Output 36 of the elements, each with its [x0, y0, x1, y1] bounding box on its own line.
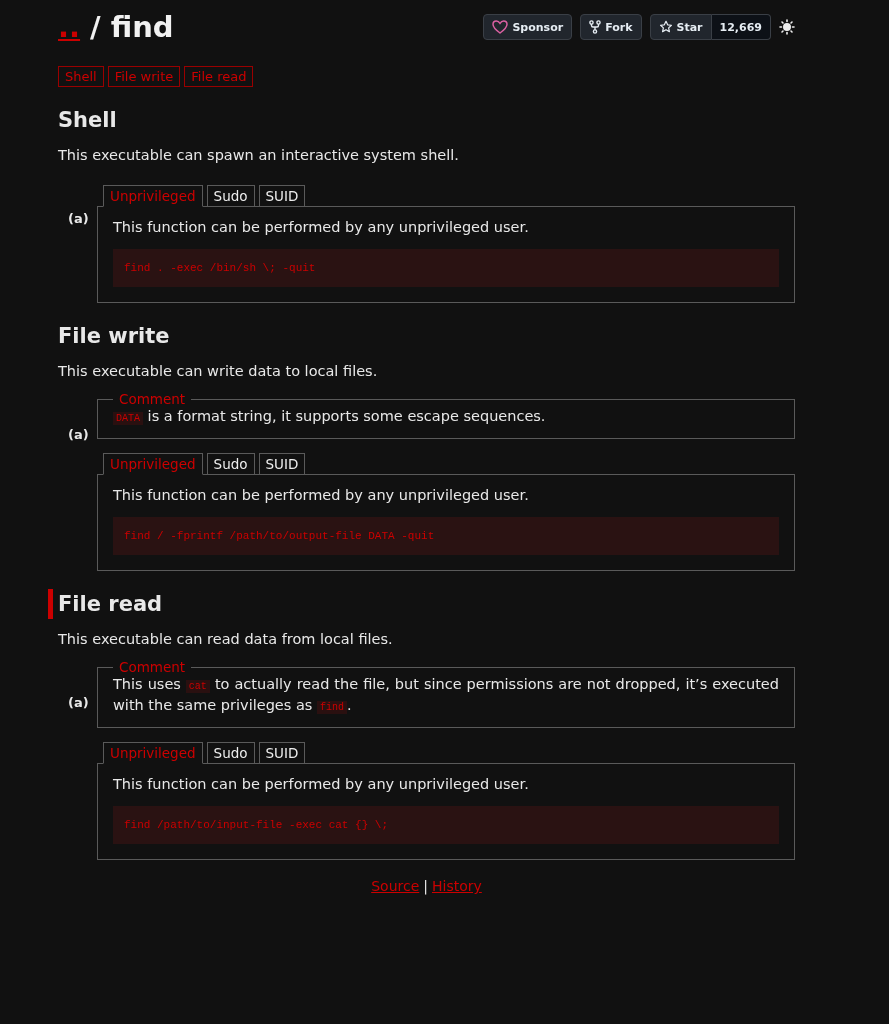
section-description: This executable can write data to local files. [58, 363, 379, 379]
comment-text: This uses cat to actually read the file, but since permissions are not dropped, it’s executed with the same privileges as find . [113, 675, 779, 716]
example-label: (a) [67, 210, 90, 228]
privilege-tab[interactable]: Sudo [206, 453, 255, 475]
star-icon [658, 20, 673, 34]
comment-legend: Comment [113, 391, 192, 407]
privilege-tab[interactable]: Sudo [206, 185, 255, 207]
privilege-tab[interactable]: SUID [258, 742, 306, 764]
heart-icon [492, 20, 509, 34]
section-description: This executable can read data from local files. [58, 631, 394, 647]
sponsor-button[interactable]: Sponsor [483, 14, 573, 40]
fork-icon [589, 20, 602, 34]
section-heading: File write [58, 323, 171, 350]
panel-text: This function can be performed by any unprivileged user. [113, 219, 530, 235]
comment-text: DATA is a format string, it supports some escape sequences. [113, 407, 779, 428]
panel-text: This function can be performed by any unprivileged user. [113, 487, 530, 503]
example-label: (a) [67, 426, 90, 444]
section-heading: File read [48, 589, 795, 619]
theme-toggle-icon[interactable] [779, 19, 795, 35]
privilege-tab[interactable]: SUID [258, 185, 306, 207]
privilege-tab[interactable]: SUID [258, 453, 306, 475]
comment-legend: Comment [113, 659, 192, 675]
section-description: This executable can spawn an interactive system shell. [58, 147, 460, 163]
section-heading: Shell [58, 107, 118, 134]
panel-text: This function can be performed by any unprivileged user. [113, 776, 530, 792]
star-button[interactable]: Star [649, 14, 712, 40]
star-count[interactable]: 12,669 [711, 14, 771, 40]
code-block: find . -exec /bin/sh \; -quit [113, 249, 779, 287]
example-label: (a) [67, 694, 90, 712]
code-block: find /path/to/input-file -exec cat {} \; [113, 806, 779, 844]
page-title: find [110, 10, 174, 44]
privilege-tab[interactable]: Sudo [206, 742, 255, 764]
footer-separator: | [423, 878, 428, 894]
fork-button[interactable]: Fork [580, 14, 642, 40]
breadcrumb-separator: / [90, 10, 101, 44]
code-block: find / -fprintf /path/to/output-file DATA -quit [113, 517, 779, 555]
